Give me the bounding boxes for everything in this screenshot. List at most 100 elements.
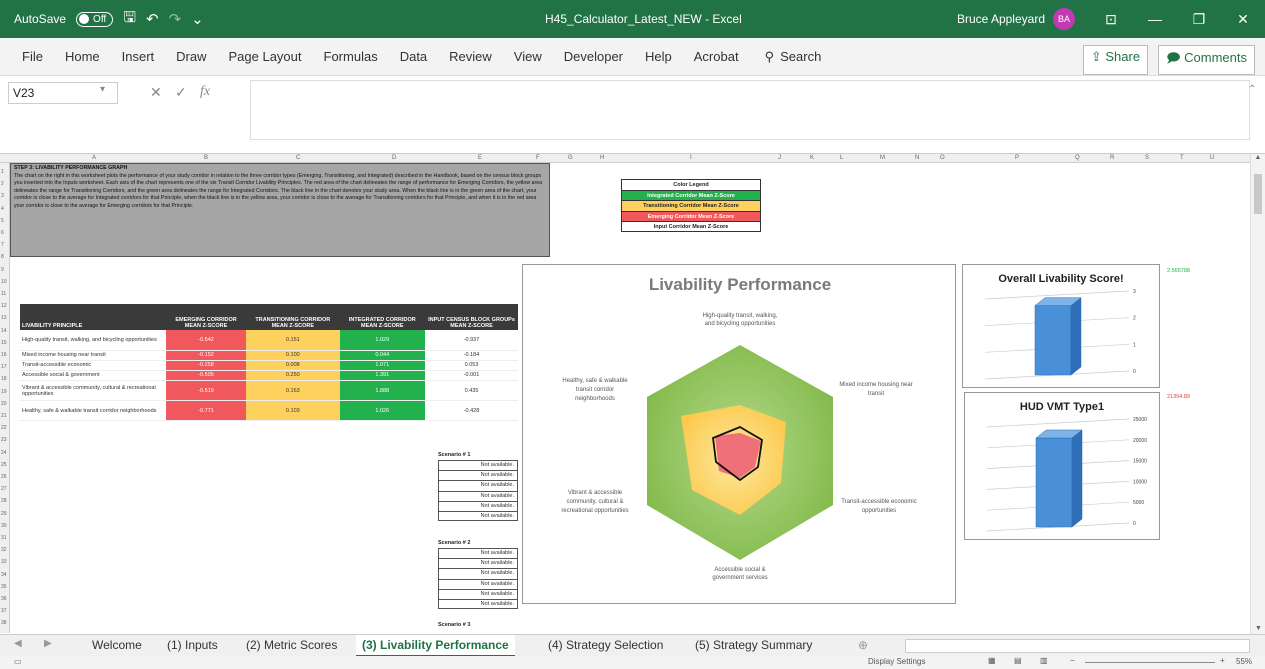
- scroll-down-icon[interactable]: ▼: [1251, 625, 1265, 632]
- transitioning-cell[interactable]: 0.250: [246, 370, 340, 382]
- row-header[interactable]: 7: [1, 242, 4, 248]
- scenario-cell[interactable]: Not available.: [438, 500, 518, 511]
- tab-developer[interactable]: Developer: [564, 49, 623, 64]
- emerging-cell[interactable]: -0.152: [166, 350, 247, 361]
- close-icon[interactable]: ✕: [1221, 11, 1265, 28]
- redo-icon[interactable]: ↷: [169, 10, 182, 28]
- table-header[interactable]: EMERGING CORRIDOR MEAN Z-SCORE: [166, 304, 247, 330]
- transitioning-cell[interactable]: 0.103: [246, 400, 340, 422]
- row-header[interactable]: 25: [1, 462, 7, 468]
- row-header[interactable]: 11: [1, 291, 6, 297]
- row-header[interactable]: 36: [1, 596, 7, 602]
- search-icon[interactable]: ⚲: [765, 49, 775, 65]
- column-header[interactable]: C: [296, 155, 300, 161]
- zoom-out-icon[interactable]: −: [1070, 656, 1075, 665]
- row-header[interactable]: 13: [1, 315, 7, 321]
- row-header[interactable]: 4: [1, 206, 4, 212]
- column-header[interactable]: L: [840, 155, 843, 161]
- principle-cell[interactable]: High-quality transit, walking, and bicyc…: [20, 330, 166, 351]
- save-icon[interactable]: 🖫: [123, 7, 136, 32]
- row-header[interactable]: 22: [1, 425, 7, 431]
- sheet-tab-strategy-summary[interactable]: (5) Strategy Summary: [695, 638, 812, 652]
- row-header[interactable]: 2: [1, 181, 4, 187]
- column-header[interactable]: M: [880, 155, 885, 161]
- share-button[interactable]: ⇪ Share: [1082, 45, 1149, 75]
- principle-cell[interactable]: Transit-accessible economic: [20, 360, 166, 371]
- row-header[interactable]: 33: [1, 559, 7, 565]
- row-header[interactable]: 21: [1, 413, 7, 419]
- row-header[interactable]: 5: [1, 218, 4, 224]
- row-header[interactable]: 8: [1, 254, 4, 260]
- tab-data[interactable]: Data: [400, 49, 427, 64]
- tab-help[interactable]: Help: [645, 49, 672, 64]
- integrated-cell[interactable]: 1.888: [339, 380, 426, 402]
- column-header[interactable]: N: [915, 155, 919, 161]
- scroll-up-icon[interactable]: ▲: [1251, 154, 1265, 161]
- scenario-cell[interactable]: Not available.: [438, 548, 518, 559]
- scenario-cell[interactable]: Not available.: [438, 470, 518, 481]
- column-header[interactable]: I: [690, 155, 692, 161]
- row-header[interactable]: 26: [1, 474, 7, 480]
- transitioning-cell[interactable]: 0.163: [246, 380, 340, 402]
- display-settings-button[interactable]: Display Settings: [868, 657, 925, 666]
- column-header[interactable]: Q: [1075, 155, 1080, 161]
- input-cell[interactable]: 0.435: [425, 380, 518, 402]
- row-header[interactable]: 10: [1, 279, 7, 285]
- scenario-cell[interactable]: Not available.: [438, 480, 518, 491]
- vertical-scrollbar[interactable]: ▲ ▼: [1250, 154, 1265, 634]
- cancel-icon[interactable]: ✕: [150, 84, 162, 101]
- column-header[interactable]: E: [478, 155, 482, 161]
- overall-score-value[interactable]: 2.565788: [1167, 268, 1190, 274]
- column-header[interactable]: S: [1145, 155, 1149, 161]
- row-header[interactable]: 15: [1, 340, 7, 346]
- tab-acrobat[interactable]: Acrobat: [694, 49, 739, 64]
- vmt-value[interactable]: 21394.89: [1167, 394, 1190, 400]
- row-header[interactable]: 18: [1, 376, 7, 382]
- column-header[interactable]: A: [92, 155, 96, 161]
- row-header[interactable]: 3: [1, 193, 4, 199]
- zoom-in-icon[interactable]: +: [1220, 656, 1225, 665]
- table-header[interactable]: INTEGRATED CORRIDOR MEAN Z-SCORE: [339, 304, 426, 330]
- transitioning-cell[interactable]: 0.100: [246, 350, 340, 361]
- row-header[interactable]: 32: [1, 547, 7, 553]
- scenario-cell[interactable]: Not available.: [438, 460, 518, 471]
- emerging-cell[interactable]: -0.771: [166, 400, 247, 422]
- sheet-tab-inputs[interactable]: (1) Inputs: [167, 638, 218, 652]
- column-header[interactable]: T: [1180, 155, 1184, 161]
- horizontal-scrollbar[interactable]: [905, 639, 1250, 653]
- scenario-cell[interactable]: Not available.: [438, 568, 518, 579]
- input-cell[interactable]: -0.428: [425, 400, 518, 422]
- principle-cell[interactable]: Healthy, safe & walkable transit corrido…: [20, 400, 166, 422]
- column-header[interactable]: U: [1210, 155, 1214, 161]
- tab-view[interactable]: View: [514, 49, 542, 64]
- undo-icon[interactable]: ↶: [146, 10, 159, 28]
- table-header[interactable]: INPUT CENSUS BLOCK GROUPs MEAN Z-SCORE: [425, 304, 518, 330]
- table-header[interactable]: LIVABILITY PRINCIPLE: [20, 304, 166, 330]
- minimize-icon[interactable]: —: [1133, 11, 1177, 27]
- row-header[interactable]: 16: [1, 352, 7, 358]
- tab-formulas[interactable]: Formulas: [324, 49, 378, 64]
- column-header[interactable]: R: [1110, 155, 1114, 161]
- integrated-cell[interactable]: 1.029: [339, 330, 426, 351]
- row-header[interactable]: 24: [1, 450, 7, 456]
- sheet-tab-metric-scores[interactable]: (2) Metric Scores: [246, 638, 337, 652]
- row-header[interactable]: 29: [1, 511, 7, 517]
- principle-cell[interactable]: Mixed income housing near transit: [20, 350, 166, 361]
- row-header[interactable]: 38: [1, 620, 7, 626]
- row-header[interactable]: 19: [1, 389, 7, 395]
- user-name[interactable]: Bruce Appleyard: [957, 12, 1045, 26]
- formula-input[interactable]: [250, 80, 1250, 140]
- scenario-cell[interactable]: Not available.: [438, 578, 518, 589]
- row-header[interactable]: 14: [1, 328, 7, 334]
- color-legend[interactable]: Color Legend Integrated Corridor Mean Z-…: [621, 179, 761, 232]
- insert-function-icon[interactable]: fx: [200, 84, 210, 100]
- tab-home[interactable]: Home: [65, 49, 100, 64]
- emerging-cell[interactable]: -0.505: [166, 370, 247, 382]
- tab-file[interactable]: File: [22, 49, 43, 64]
- integrated-cell[interactable]: 1.071: [339, 360, 426, 371]
- row-header[interactable]: 23: [1, 437, 7, 443]
- row-header[interactable]: 6: [1, 230, 4, 236]
- add-sheet-icon[interactable]: ⊕: [858, 638, 868, 652]
- row-header[interactable]: 28: [1, 498, 7, 504]
- row-header[interactable]: 12: [1, 303, 7, 309]
